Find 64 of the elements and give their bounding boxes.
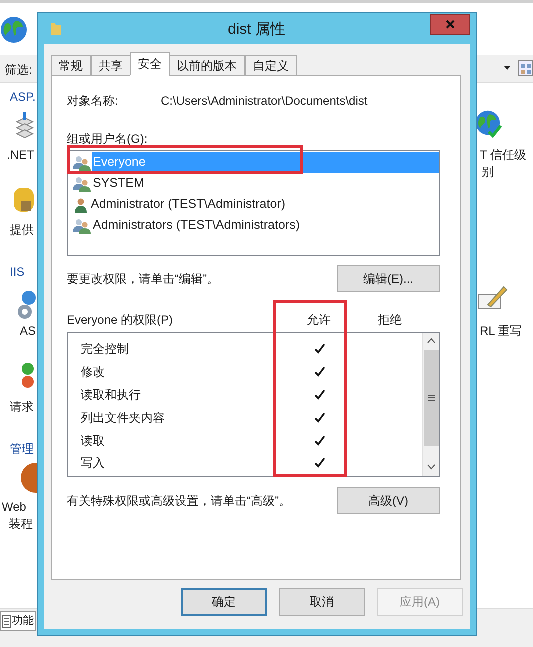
scroll-up-icon[interactable]	[426, 338, 436, 344]
users-label: 组或用户名(G):	[67, 131, 148, 145]
scroll-down-icon[interactable]	[426, 464, 436, 470]
permission-name: 写入	[81, 455, 106, 472]
advanced-button[interactable]: 高级(V)	[337, 487, 440, 514]
dialog-button[interactable]: 确定	[181, 588, 267, 616]
list-icon	[2, 614, 11, 628]
section-heading: ASP.	[10, 89, 36, 106]
person-icon	[73, 196, 89, 212]
dropdown-caret-icon[interactable]	[504, 66, 511, 70]
feature-label[interactable]: Web	[2, 498, 26, 516]
people-icon	[73, 154, 91, 170]
user-row[interactable]: Administrators (TEST\Administrators)	[69, 215, 439, 236]
tab[interactable]: 常规	[51, 55, 91, 76]
permission-name: 读取	[81, 432, 106, 450]
feature-label[interactable]: 别	[482, 163, 494, 181]
object-name-label: 对象名称:	[67, 92, 120, 110]
view-grid-icon[interactable]	[518, 60, 533, 76]
check-icon	[314, 457, 326, 470]
tab[interactable]: 以前的版本	[169, 55, 245, 76]
scrollbar[interactable]	[422, 333, 439, 476]
permission-name: 列出文件夹内容	[81, 410, 166, 427]
tab[interactable]: 共享	[91, 55, 131, 76]
check-icon	[314, 388, 326, 401]
check-icon	[314, 412, 326, 424]
scroll-thumb[interactable]	[424, 350, 438, 446]
feature-label[interactable]: T 信任级	[480, 146, 526, 164]
edit-button[interactable]: 编辑(E)...	[337, 265, 440, 292]
feature-label[interactable]: 提供	[10, 221, 34, 239]
permissions-label: Everyone 的权限(P)	[67, 312, 174, 328]
checkmark-icon	[488, 125, 502, 139]
grip-icon	[428, 395, 434, 401]
dialog-button[interactable]: 取消	[279, 588, 365, 616]
feature-label[interactable]: 装程	[9, 515, 33, 533]
object-name-value: C:\Users\Administrator\Documents\dist	[161, 92, 368, 110]
column-header: 拒绝	[378, 312, 402, 328]
globe-icon	[0, 16, 28, 44]
feature-label[interactable]: 请求	[10, 398, 34, 416]
tab[interactable]: 自定义	[245, 55, 297, 76]
folder-icon	[50, 21, 62, 36]
section-heading: 管理	[10, 441, 34, 458]
window-title: dist 属性	[228, 20, 286, 40]
close-button[interactable]	[430, 14, 470, 35]
features-tab[interactable]: 功能	[0, 611, 36, 631]
check-icon	[314, 366, 326, 378]
advanced-hint: 有关特殊权限或高级设置，请单击“高级”。	[67, 492, 291, 510]
user-row[interactable]: SYSTEM	[69, 173, 439, 194]
edit-hint: 要更改权限，请单击“编辑”。	[67, 270, 219, 288]
permission-name: 完全控制	[81, 341, 130, 358]
column-header: 允许	[307, 312, 331, 328]
user-row[interactable]: Administrator (TEST\Administrator)	[69, 194, 439, 215]
check-icon	[314, 343, 326, 356]
feature-label[interactable]: .NET	[7, 146, 34, 164]
close-icon	[446, 20, 454, 29]
check-icon	[314, 434, 326, 447]
permission-name: 读取和执行	[81, 386, 142, 404]
section-heading: IIS	[10, 264, 25, 281]
feature-label[interactable]: RL 重写	[480, 322, 522, 340]
tab[interactable]: 安全	[130, 52, 170, 76]
filter-label: 筛选:	[5, 62, 32, 79]
feature-label[interactable]: AS	[20, 322, 36, 340]
permission-name: 修改	[81, 364, 106, 382]
people-icon	[73, 218, 91, 234]
people-icon	[73, 176, 91, 192]
